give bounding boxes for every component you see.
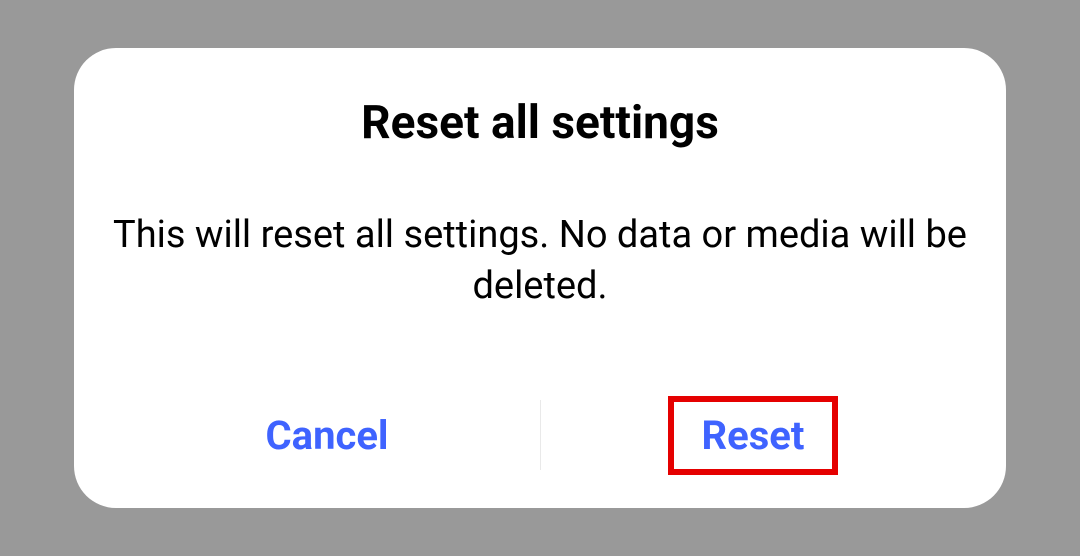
- dialog-actions: Cancel Reset: [74, 390, 1006, 480]
- confirm-action-slot: Reset: [540, 396, 966, 475]
- reset-settings-dialog: Reset all settings This will reset all s…: [74, 48, 1006, 508]
- cancel-action-slot: Cancel: [114, 404, 540, 467]
- reset-button[interactable]: Reset: [684, 404, 823, 467]
- highlight-annotation: Reset: [668, 396, 839, 475]
- dialog-body-text: This will reset all settings. No data or…: [74, 210, 1006, 390]
- dialog-title: Reset all settings: [74, 96, 1006, 150]
- cancel-button[interactable]: Cancel: [247, 404, 406, 467]
